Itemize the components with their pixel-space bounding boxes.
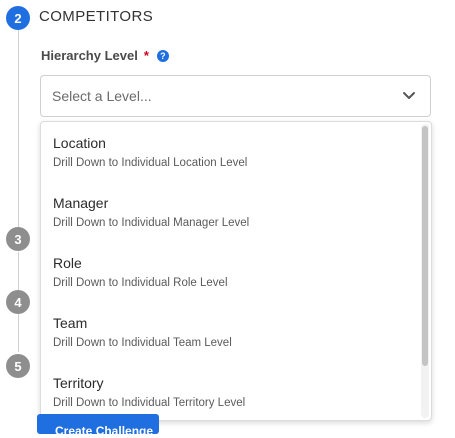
option-manager[interactable]: Manager Drill Down to Individual Manager… (53, 195, 249, 229)
step-2-indicator: 2 (6, 6, 30, 30)
field-label-text: Hierarchy Level (41, 48, 138, 63)
create-challenge-button[interactable]: Create Challenge (37, 414, 159, 438)
option-team[interactable]: Team Drill Down to Individual Team Level (53, 315, 232, 349)
hierarchy-level-label: Hierarchy Level * ? (41, 48, 169, 63)
stepper-rail (18, 30, 19, 230)
hierarchy-level-select[interactable]: Select a Level... (40, 75, 431, 117)
button-label: Create Challenge (55, 424, 154, 438)
option-title: Team (53, 315, 88, 331)
option-description: Drill Down to Individual Location Level (53, 157, 248, 169)
step-number: 5 (14, 358, 22, 374)
required-marker: * (143, 48, 149, 63)
stepper-rail (18, 312, 19, 352)
step-number: 2 (14, 10, 22, 26)
option-title: Territory (53, 375, 104, 391)
dropdown-scrollbar[interactable] (421, 124, 429, 418)
step-number: 3 (14, 231, 22, 247)
option-role[interactable]: Role Drill Down to Individual Role Level (53, 255, 228, 289)
step-5-indicator[interactable]: 5 (6, 354, 30, 378)
stepper-rail (18, 252, 19, 290)
section-title: COMPETITORS (39, 8, 154, 25)
option-title: Manager (53, 195, 109, 211)
step-number: 4 (14, 294, 22, 310)
step-4-indicator[interactable]: 4 (6, 290, 30, 314)
hierarchy-level-dropdown: Location Drill Down to Individual Locati… (40, 121, 432, 421)
option-title: Role (53, 255, 82, 271)
step-3-indicator[interactable]: 3 (6, 227, 30, 251)
option-description: Drill Down to Individual Team Level (53, 337, 232, 349)
option-description: Drill Down to Individual Manager Level (53, 217, 250, 229)
option-title: Location (53, 135, 106, 151)
chevron-down-icon[interactable] (401, 87, 417, 103)
option-description: Drill Down to Individual Role Level (53, 277, 228, 289)
option-description: Drill Down to Individual Territory Level (53, 397, 246, 409)
question-circle-icon[interactable]: ? (156, 49, 169, 62)
option-location[interactable]: Location Drill Down to Individual Locati… (53, 135, 247, 169)
select-placeholder: Select a Level... (52, 88, 152, 104)
option-territory[interactable]: Territory Drill Down to Individual Terri… (53, 375, 245, 409)
scrollbar-thumb[interactable] (422, 126, 428, 366)
